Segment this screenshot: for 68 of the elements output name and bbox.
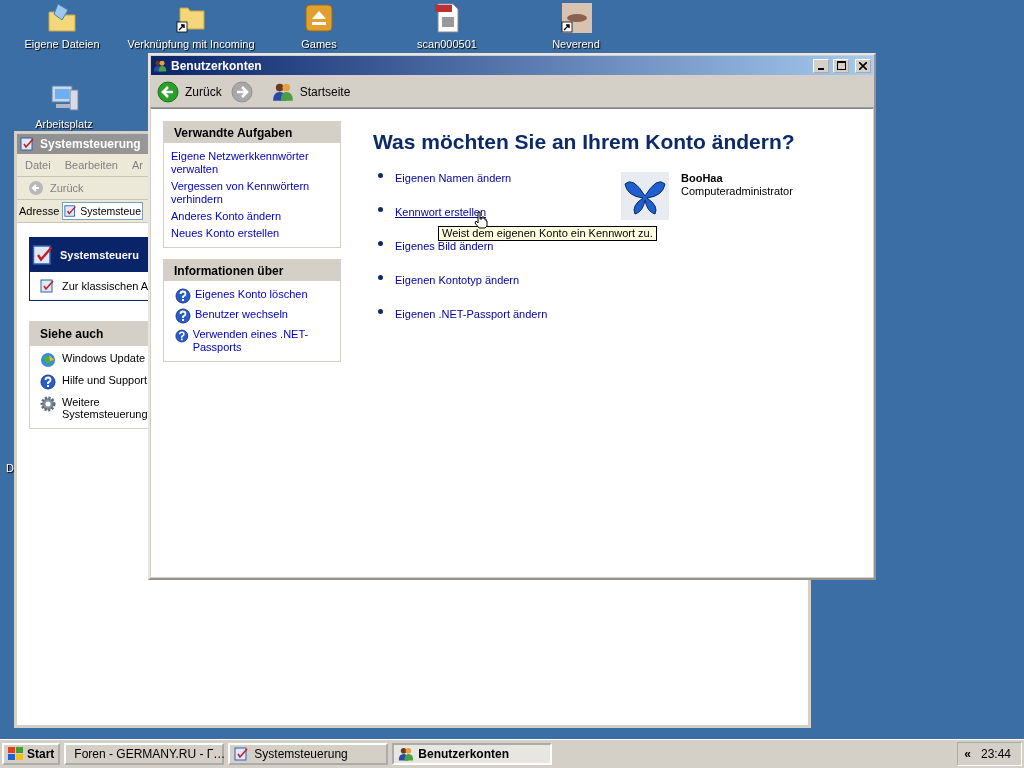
taskbar-button[interactable]: Systemsteuerung xyxy=(228,743,389,765)
taskbar-button[interactable]: Benutzerkonten xyxy=(392,743,553,765)
option-link[interactable]: Eigenen Kontotyp ändern xyxy=(395,274,520,286)
help-icon xyxy=(175,328,189,344)
globe-icon xyxy=(40,352,56,368)
help-link[interactable]: Verwenden eines .NET-Passports xyxy=(192,328,333,354)
users-icon xyxy=(153,58,167,73)
see-also-link[interactable]: Hilfe und Support xyxy=(62,374,148,386)
desktop-icon-label[interactable]: Games xyxy=(301,38,337,50)
desktop-icon-label[interactable]: Neverend xyxy=(552,38,600,50)
butterfly-picture xyxy=(621,172,669,220)
minimize-button[interactable] xyxy=(813,58,829,73)
option-link[interactable]: Kennwort erstellen xyxy=(395,206,487,218)
address-label: Adresse xyxy=(19,205,60,217)
tray-expand-button[interactable]: « xyxy=(964,747,971,761)
panel-link[interactable]: Zur klassischen A xyxy=(62,280,149,292)
bullet-icon xyxy=(378,172,383,178)
task-link[interactable]: Eigene Netzwerkkennwörter verwalten xyxy=(171,150,333,176)
desktop-icon-label[interactable]: scan000501 xyxy=(417,38,477,50)
help-link[interactable]: Benutzer wechseln xyxy=(195,308,288,321)
clock: 23:44 xyxy=(980,747,1011,761)
minimize-icon xyxy=(818,67,824,70)
bullet-icon xyxy=(378,308,383,314)
help-link[interactable]: Eigenes Konto löschen xyxy=(195,288,308,301)
tooltip: Weist dem eigenen Konto ein Kennwort zu. xyxy=(438,226,657,241)
see-also-link[interactable]: Windows Update xyxy=(62,352,148,364)
option-link[interactable]: Eigenen .NET-Passport ändern xyxy=(395,308,548,320)
control-panel-icon xyxy=(64,204,79,218)
bullet-icon xyxy=(378,206,383,212)
account-name: BooHaa xyxy=(681,172,724,184)
taskbar-button[interactable]: Foren - GERMANY.RU - Г… xyxy=(64,743,225,765)
panel-title: Systemsteueru xyxy=(60,249,139,261)
option-link[interactable]: Eigenen Namen ändern xyxy=(395,172,512,184)
windows-logo-icon xyxy=(8,747,24,761)
task-link[interactable]: Vergessen von Kennwörtern verhindern xyxy=(171,180,333,206)
close-icon xyxy=(859,61,867,70)
help-icon xyxy=(175,308,191,324)
desktop-icon-label[interactable]: Eigene Dateien xyxy=(24,38,100,50)
see-also-link[interactable]: Weitere Systemsteuerung xyxy=(62,396,148,420)
page-heading: Was möchten Sie an Ihrem Konto ändern? xyxy=(373,130,796,154)
help-icon xyxy=(175,288,191,304)
maximize-button[interactable] xyxy=(833,58,849,73)
close-button[interactable] xyxy=(855,58,871,73)
users-icon xyxy=(398,746,415,762)
maximize-icon xyxy=(836,61,846,70)
option-link[interactable]: Eigenes Bild ändern xyxy=(395,240,494,252)
help-icon xyxy=(40,374,56,390)
task-link[interactable]: Neues Konto erstellen xyxy=(171,227,333,240)
back-button[interactable]: Zurück xyxy=(154,80,225,103)
home-button[interactable]: Startseite xyxy=(268,80,354,103)
address-field[interactable]: Systemsteue xyxy=(62,202,144,220)
account-type: Computeradministrator xyxy=(681,185,793,197)
desktop-icon-label[interactable]: Verknüpfung mit Incoming xyxy=(127,38,255,50)
desktop-icon-label[interactable]: D xyxy=(6,462,14,474)
panel-title: Informationen über xyxy=(174,263,284,278)
bullet-icon xyxy=(378,274,383,280)
control-panel-icon xyxy=(234,746,251,762)
control-panel-icon xyxy=(20,136,36,152)
task-link[interactable]: Anderes Konto ändern xyxy=(171,210,333,223)
gear-icon xyxy=(40,396,56,412)
bullet-icon xyxy=(378,240,383,246)
start-button[interactable]: Start xyxy=(2,743,61,765)
window-title: Systemsteuerung xyxy=(40,137,141,151)
window-title: Benutzerkonten xyxy=(171,58,262,73)
desktop-icon-label[interactable]: Arbeitsplatz xyxy=(35,118,93,130)
panel-title: Siehe auch xyxy=(40,327,104,341)
panel-title: Verwandte Aufgaben xyxy=(174,125,293,140)
control-panel-icon xyxy=(40,278,56,294)
